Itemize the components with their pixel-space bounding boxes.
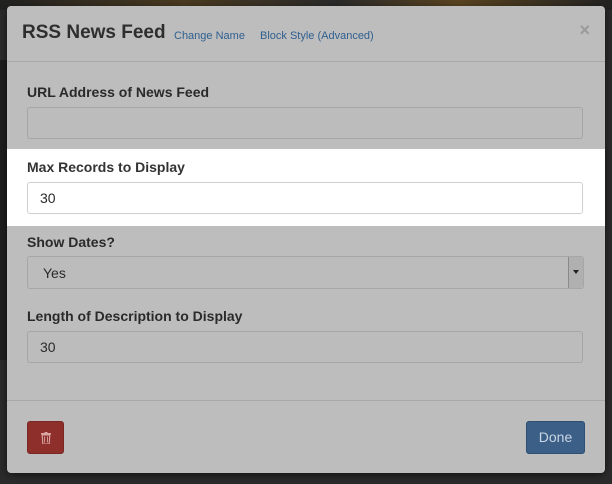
max-records-input[interactable] (27, 182, 583, 214)
url-field-label: URL Address of News Feed (27, 84, 210, 100)
modal-header: RSS News Feed Change Name Block Style (A… (7, 6, 605, 62)
close-icon[interactable]: × (579, 21, 590, 39)
done-button[interactable]: Done (526, 421, 585, 454)
show-dates-label: Show Dates? (27, 234, 115, 250)
modal-footer: Done (7, 400, 605, 473)
delete-button[interactable] (27, 421, 64, 454)
show-dates-selected-value: Yes (43, 265, 66, 281)
change-name-link[interactable]: Change Name (174, 30, 245, 42)
max-records-highlight: Max Records to Display (7, 149, 605, 226)
trash-icon (41, 432, 51, 444)
rss-feed-modal: RSS News Feed Change Name Block Style (A… (7, 6, 605, 473)
url-input[interactable] (27, 107, 583, 139)
description-length-input[interactable] (27, 331, 583, 363)
max-records-label: Max Records to Display (27, 159, 185, 175)
block-style-link[interactable]: Block Style (Advanced) (260, 30, 374, 42)
description-length-label: Length of Description to Display (27, 308, 243, 324)
chevron-down-icon[interactable] (568, 257, 583, 288)
show-dates-select[interactable]: Yes (27, 256, 584, 289)
modal-title: RSS News Feed (22, 22, 166, 43)
